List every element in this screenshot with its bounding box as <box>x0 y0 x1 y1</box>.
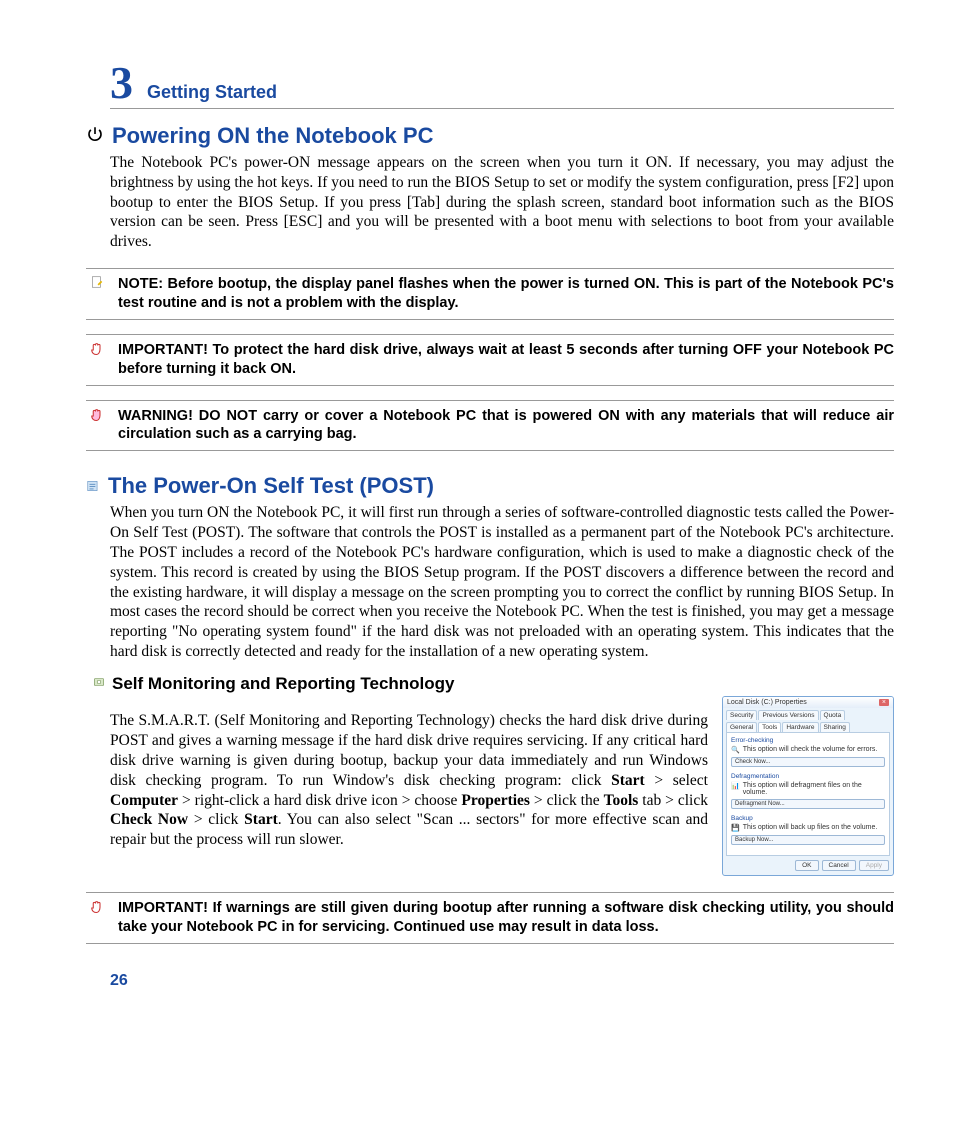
tab-security: Security <box>726 710 757 720</box>
hand-warning-icon <box>86 407 108 425</box>
important1-text: IMPORTANT! To protect the hard disk driv… <box>118 341 894 379</box>
dialog-title-text: Local Disk (C:) Properties <box>727 699 807 706</box>
group-error-checking: Error-checking <box>731 737 885 744</box>
warning-text: WARNING! DO NOT carry or cover a Noteboo… <box>118 407 894 445</box>
note-text: NOTE: Before bootup, the display panel f… <box>118 275 894 313</box>
important-callout-1: IMPORTANT! To protect the hard disk driv… <box>86 334 894 386</box>
ok-button: OK <box>795 860 818 871</box>
group-backup: Backup <box>731 815 885 822</box>
tab-quota: Quota <box>820 710 846 720</box>
section-heading-powering-on: Powering ON the Notebook PC <box>86 123 894 149</box>
defragment-now-button: Defragment Now... <box>731 799 885 809</box>
tab-previous-versions: Previous Versions <box>758 710 818 720</box>
sub-heading-text: Self Monitoring and Reporting Technology <box>112 674 455 694</box>
tab-sharing: Sharing <box>820 722 850 732</box>
power-icon <box>86 123 104 149</box>
section1-body: The Notebook PC's power-ON message appea… <box>110 153 894 252</box>
disk-icon <box>92 674 106 694</box>
heading-text: Powering ON the Notebook PC <box>112 123 433 149</box>
disk-check-icon: 🔍 <box>731 746 740 754</box>
backup-icon: 💾 <box>731 824 740 832</box>
hand-icon <box>86 341 108 359</box>
cancel-button: Cancel <box>822 860 856 871</box>
check-now-button: Check Now... <box>731 757 885 767</box>
tab-tools: Tools <box>758 722 781 732</box>
section-heading-post: The Power-On Self Test (POST) <box>86 473 894 499</box>
properties-dialog-screenshot: Local Disk (C:) Properties × Security Pr… <box>722 696 894 876</box>
backup-now-button: Backup Now... <box>731 835 885 845</box>
chapter-number: 3 <box>110 60 133 106</box>
checklist-icon <box>86 473 100 499</box>
apply-button: Apply <box>859 860 889 871</box>
heading-text: The Power-On Self Test (POST) <box>108 473 434 499</box>
close-icon: × <box>879 699 889 706</box>
page-number: 26 <box>110 972 894 990</box>
sub-heading-smart: Self Monitoring and Reporting Technology <box>92 674 894 694</box>
important2-text: IMPORTANT! If warnings are still given d… <box>118 899 894 937</box>
note-icon <box>86 275 108 289</box>
chapter-title: Getting Started <box>147 82 277 103</box>
note-callout: NOTE: Before bootup, the display panel f… <box>86 268 894 320</box>
hand-icon <box>86 899 108 917</box>
tab-general: General <box>726 722 757 732</box>
important-callout-2: IMPORTANT! If warnings are still given d… <box>86 892 894 944</box>
group-defrag: Defragmentation <box>731 773 885 780</box>
smart-body: The S.M.A.R.T. (Self Monitoring and Repo… <box>110 711 708 850</box>
chapter-header: 3 Getting Started <box>110 60 894 109</box>
section2-body: When you turn ON the Notebook PC, it wil… <box>110 503 894 662</box>
tab-hardware: Hardware <box>782 722 818 732</box>
warning-callout: WARNING! DO NOT carry or cover a Noteboo… <box>86 400 894 452</box>
defrag-icon: 📊 <box>731 782 740 790</box>
